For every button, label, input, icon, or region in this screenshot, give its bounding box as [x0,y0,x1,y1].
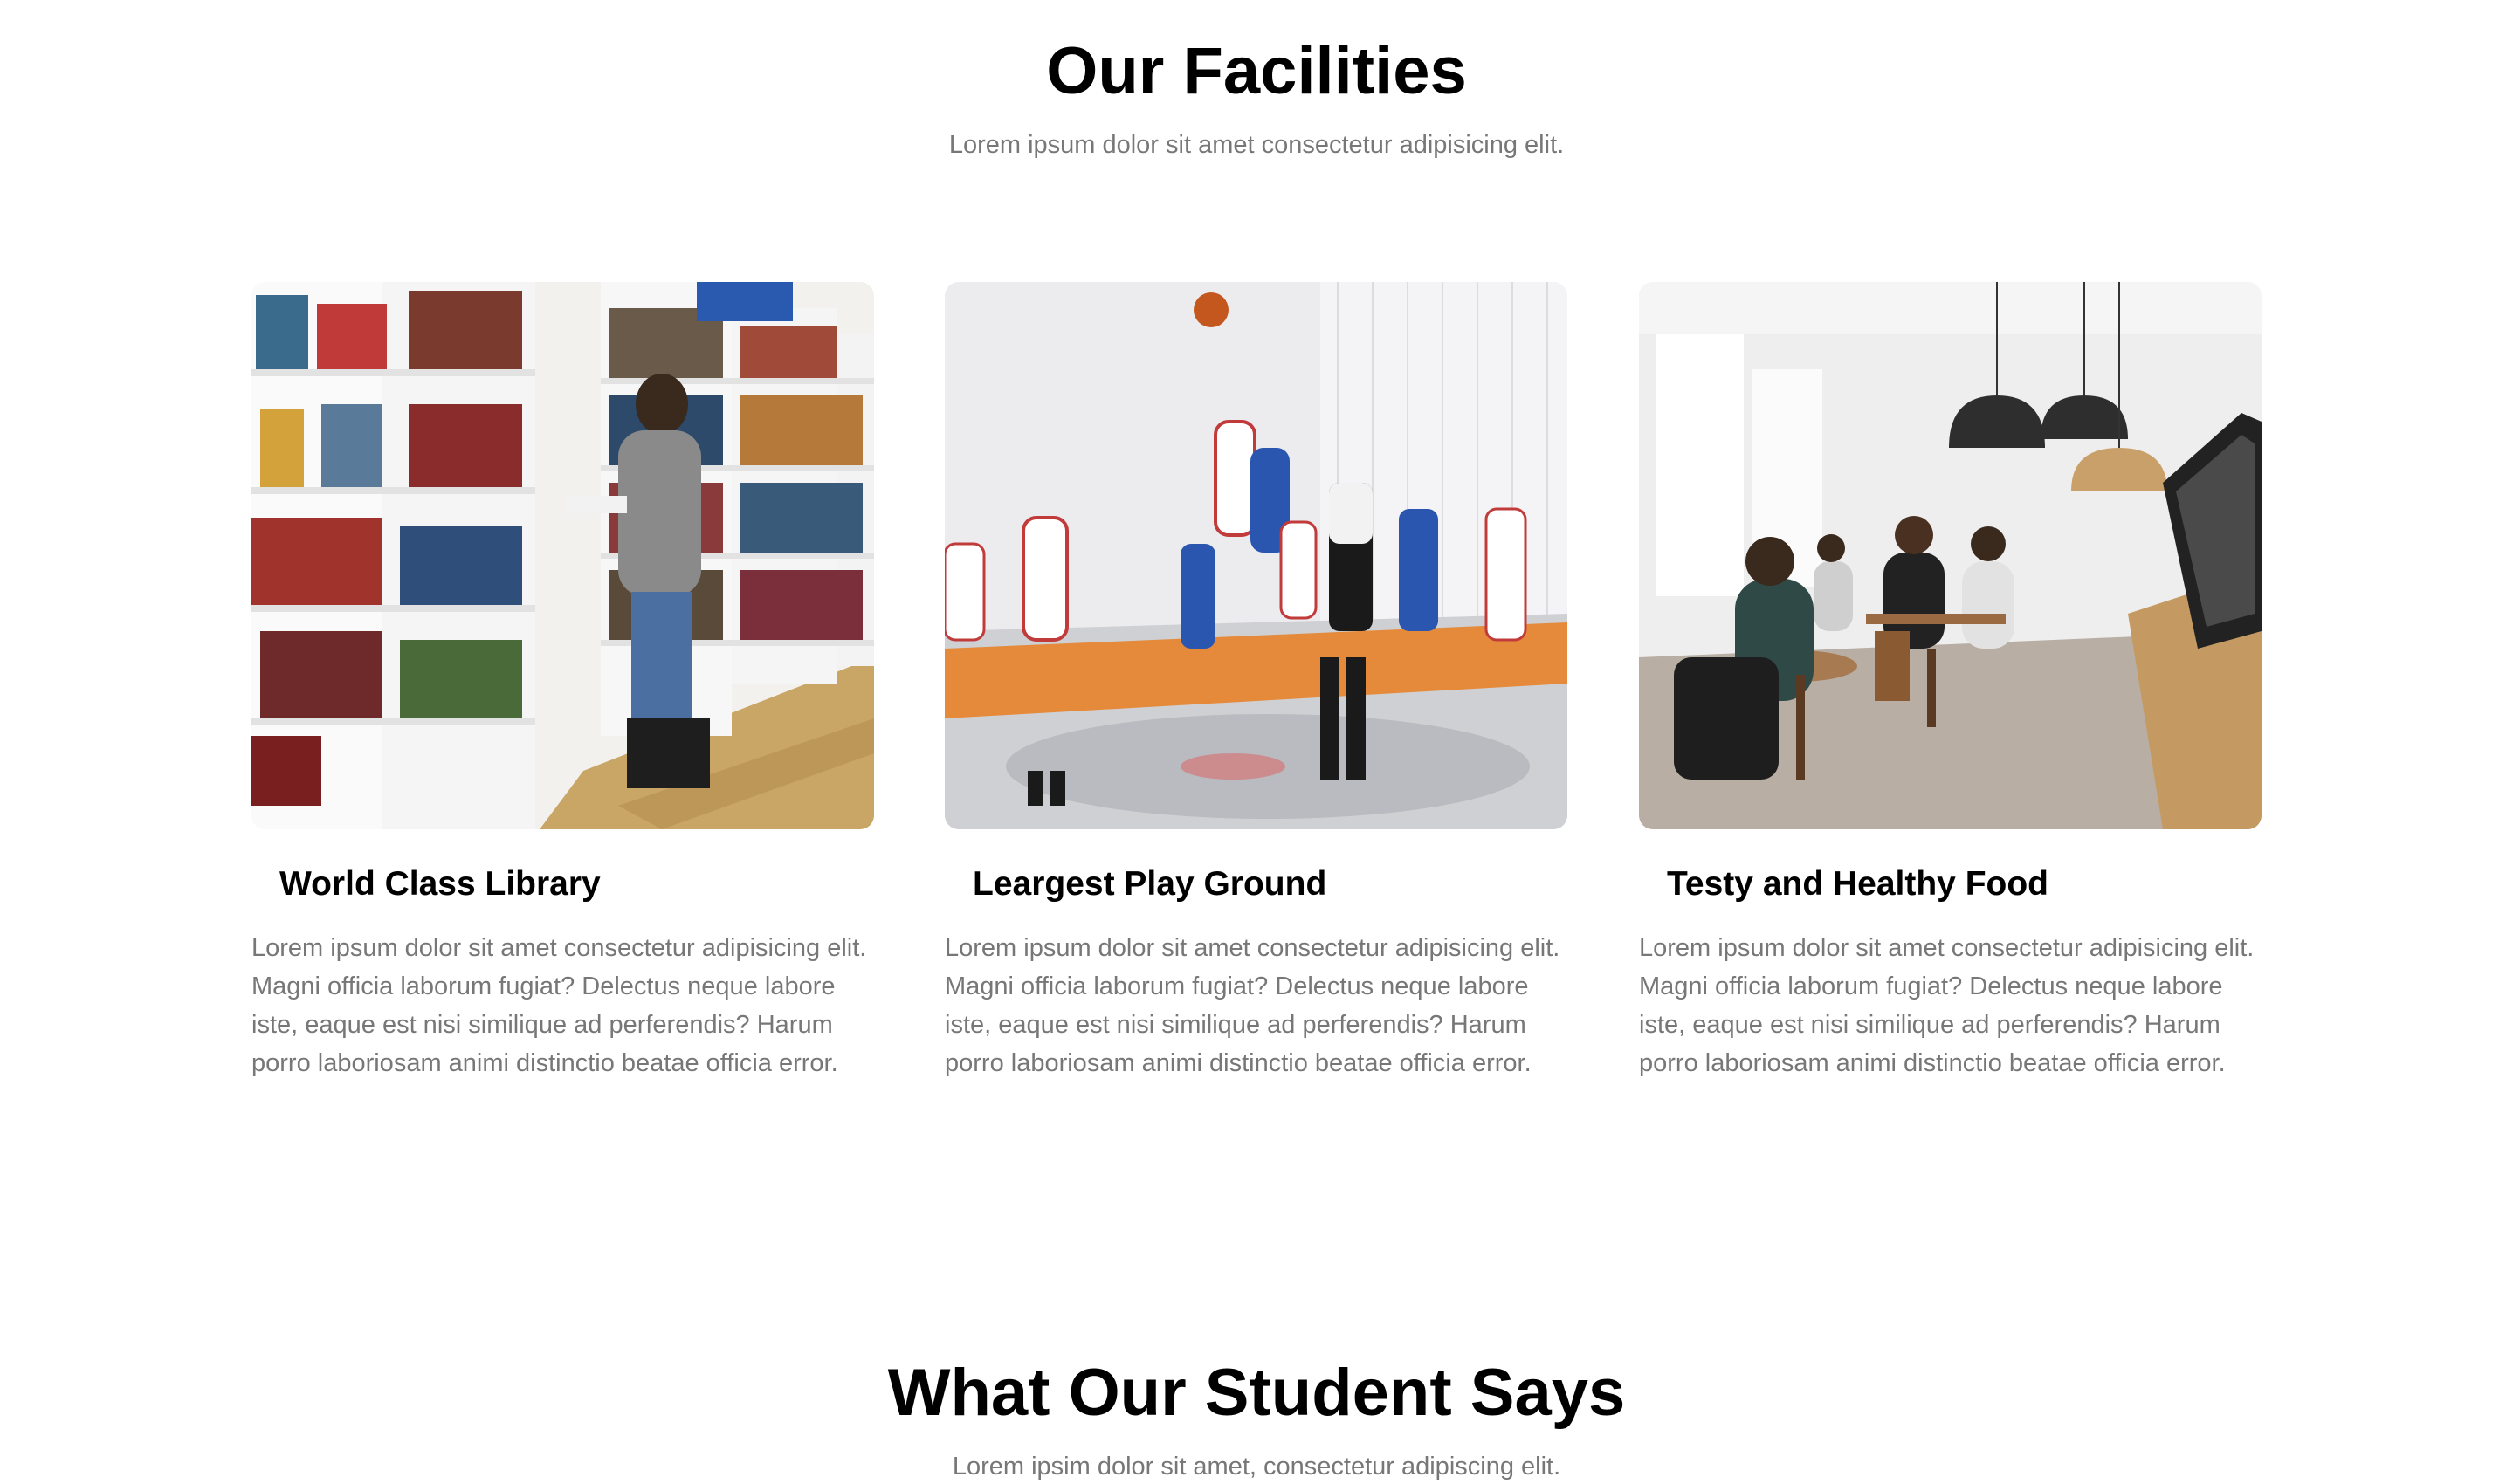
facility-card-food: Testy and Healthy Food Lorem ipsum dolor… [1639,282,2262,1082]
facilities-subtitle: Lorem ipsum dolor sit amet consectetur a… [948,131,1565,159]
facility-card-text: Lorem ipsum dolor sit amet consectetur a… [945,934,1560,1077]
facility-card-text: Lorem ipsum dolor sit amet consectetur a… [1639,934,2255,1077]
facilities-title: Our Facilities [1046,34,1467,108]
library-photo [251,282,874,829]
testimonials-title: What Our Student Says [887,1356,1626,1430]
facility-card-playground: Leargest Play Ground Lorem ipsum dolor s… [945,282,1567,1082]
facility-card-text: Lorem ipsum dolor sit amet consectetur a… [251,934,867,1077]
facility-card-title: World Class Library [279,865,601,903]
basketball-court-photo [945,282,1567,829]
facility-card-title: Testy and Healthy Food [1667,865,2048,903]
facilities-cards: World Class Library Lorem ipsum dolor si… [251,282,2262,1085]
cafeteria-photo [1639,282,2262,829]
facility-card-library: World Class Library Lorem ipsum dolor si… [251,282,874,1082]
testimonials-subtitle: Lorem ipsim dolor sit amet, consectetur … [952,1453,1561,1481]
facility-card-title: Leargest Play Ground [973,865,1327,903]
